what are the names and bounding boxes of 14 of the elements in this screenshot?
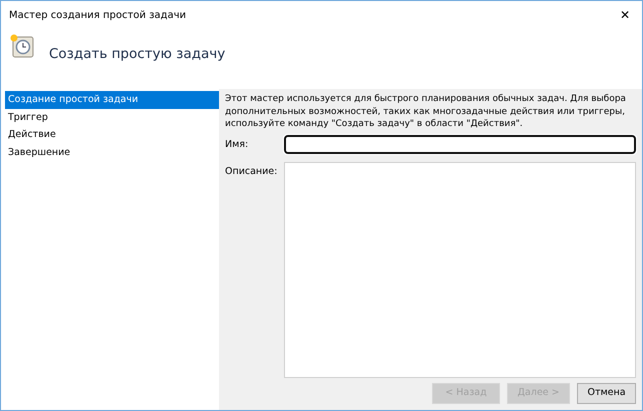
step-item[interactable]: Действие [5,126,219,144]
field-label: Имя: [225,138,250,152]
window-title: Мастер создания простой задачи [9,8,186,22]
close-button[interactable]: ✕ [616,9,634,21]
wizard-title: Создать простую задачу [49,45,226,64]
name-field[interactable] [284,134,636,154]
clock-icon [9,33,35,59]
step-item[interactable]: Создание простой задачи [5,91,219,108]
description-field[interactable] [284,162,636,378]
wizard-button[interactable]: Отмена [577,383,636,404]
intro-text: Этот мастер используется для быстрого планирования обычных задач. Для выбора дополнительных возможностей, таких как многозадачные действия или триггеры, используйте команду "Создать задачу" в области "Действия". [225,93,627,130]
step-item[interactable]: Завершение [5,144,219,161]
field-label: Описание: [225,164,278,178]
step-item[interactable]: Триггер [5,108,219,126]
